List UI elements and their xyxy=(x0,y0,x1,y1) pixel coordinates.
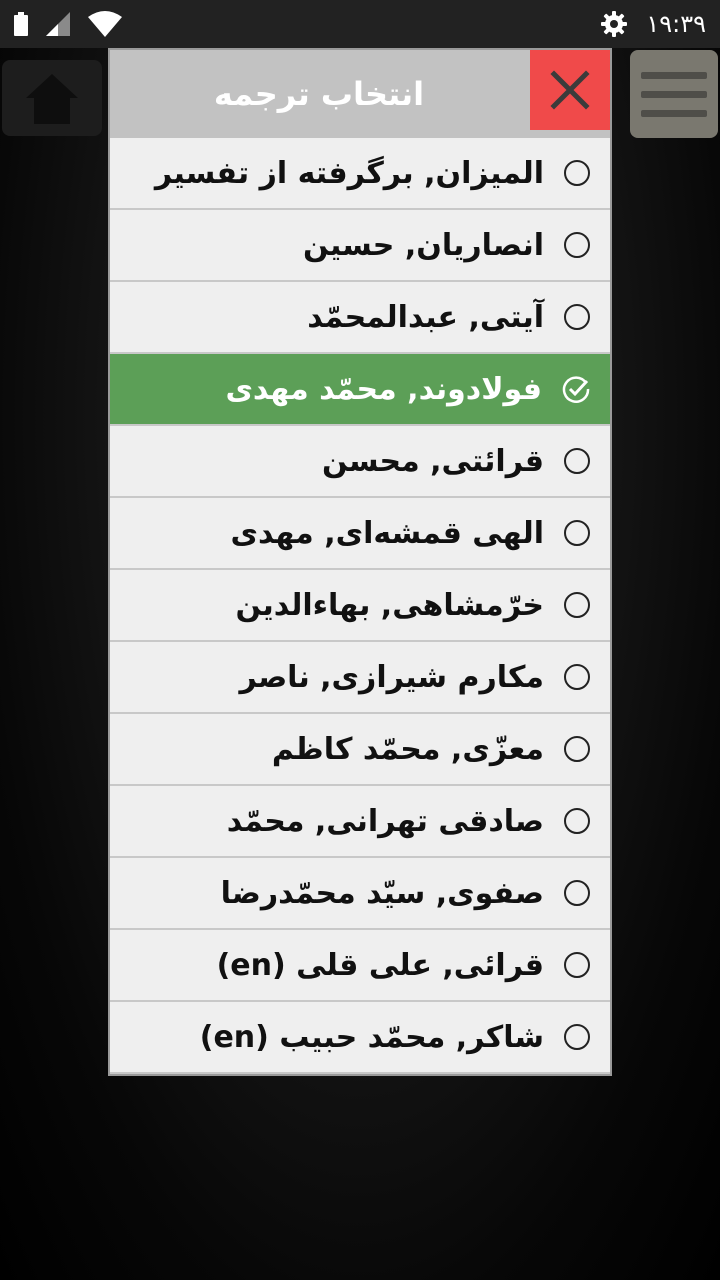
close-button[interactable] xyxy=(530,50,610,130)
status-bar: ۱۹:۳۹ xyxy=(0,0,720,48)
translation-option[interactable]: فولادوند, محمّد مهدی xyxy=(110,354,610,426)
radio-circle-icon xyxy=(564,592,590,618)
radio-circle-icon xyxy=(564,808,590,834)
home-icon xyxy=(26,74,78,124)
translation-option[interactable]: مکارم شیرازی, ناصر xyxy=(110,642,610,714)
hamburger-bar xyxy=(641,90,707,98)
translation-option-label: شاکر, محمّد حبیب (en) xyxy=(199,1019,544,1055)
status-left-icons xyxy=(14,11,122,37)
translation-dialog: انتخاب ترجمه المیزان, برگرفته از تفسیر ان… xyxy=(108,48,612,1076)
dialog-title: انتخاب ترجمه xyxy=(213,75,425,113)
close-icon xyxy=(550,70,590,110)
translation-option[interactable]: خرّمشاهی, بهاءالدین xyxy=(110,570,610,642)
battery-icon xyxy=(14,12,28,36)
translation-option[interactable]: معزّی, محمّد کاظم xyxy=(110,714,610,786)
radio-circle-icon xyxy=(564,736,590,762)
radio-circle-icon xyxy=(564,952,590,978)
translation-option[interactable]: الهی قمشه‌ای, مهدی xyxy=(110,498,610,570)
translation-option[interactable]: انصاریان, حسین xyxy=(110,210,610,282)
translation-option-label: معزّی, محمّد کاظم xyxy=(271,731,544,767)
radio-circle-icon xyxy=(564,304,590,330)
translation-option-label: انصاریان, حسین xyxy=(302,227,544,263)
translation-option-label: قرائتی, محسن xyxy=(321,443,544,479)
translation-option-label: المیزان, برگرفته از تفسیر xyxy=(154,155,544,191)
signal-icon xyxy=(46,12,70,36)
hamburger-menu-button[interactable] xyxy=(630,50,718,138)
home-button[interactable] xyxy=(2,60,102,136)
translation-option[interactable]: آیتی, عبدالمحمّد xyxy=(110,282,610,354)
translation-option-label: آیتی, عبدالمحمّد xyxy=(307,299,544,335)
dialog-header: انتخاب ترجمه xyxy=(110,50,610,138)
hamburger-bar xyxy=(641,109,707,117)
translation-option[interactable]: قرائی, علی قلی (en) xyxy=(110,930,610,1002)
wifi-icon xyxy=(88,11,122,37)
translation-option-label: خرّمشاهی, بهاءالدین xyxy=(235,587,544,623)
translation-option-label: فولادوند, محمّد مهدی xyxy=(225,371,542,407)
radio-circle-icon xyxy=(564,664,590,690)
status-right: ۱۹:۳۹ xyxy=(600,10,706,38)
translation-list: المیزان, برگرفته از تفسیر انصاریان, حسین آ… xyxy=(110,138,610,1074)
translation-option[interactable]: صفوی, سیّد محمّدرضا xyxy=(110,858,610,930)
check-circle-icon xyxy=(562,375,590,403)
translation-option-label: قرائی, علی قلی (en) xyxy=(216,947,544,983)
translation-option[interactable]: المیزان, برگرفته از تفسیر xyxy=(110,138,610,210)
status-time: ۱۹:۳۹ xyxy=(646,10,706,38)
radio-circle-icon xyxy=(564,448,590,474)
translation-option[interactable]: شاکر, محمّد حبیب (en) xyxy=(110,1002,610,1074)
translation-option-label: صادقی تهرانی, محمّد xyxy=(226,803,544,839)
radio-circle-icon xyxy=(564,232,590,258)
radio-circle-icon xyxy=(564,160,590,186)
translation-option[interactable]: قرائتی, محسن xyxy=(110,426,610,498)
screen: ۱۹:۳۹ انتخاب ترجمه المیزان, برگرفته از ت… xyxy=(0,0,720,1280)
translation-option-label: مکارم شیرازی, ناصر xyxy=(239,659,544,695)
translation-option-label: صفوی, سیّد محمّدرضا xyxy=(220,875,544,911)
translation-option-label: الهی قمشه‌ای, مهدی xyxy=(230,515,544,551)
translation-option[interactable]: صادقی تهرانی, محمّد xyxy=(110,786,610,858)
settings-icon xyxy=(601,11,628,37)
radio-circle-icon xyxy=(564,1024,590,1050)
hamburger-menu-icon xyxy=(641,71,707,79)
radio-circle-icon xyxy=(564,520,590,546)
radio-circle-icon xyxy=(564,880,590,906)
